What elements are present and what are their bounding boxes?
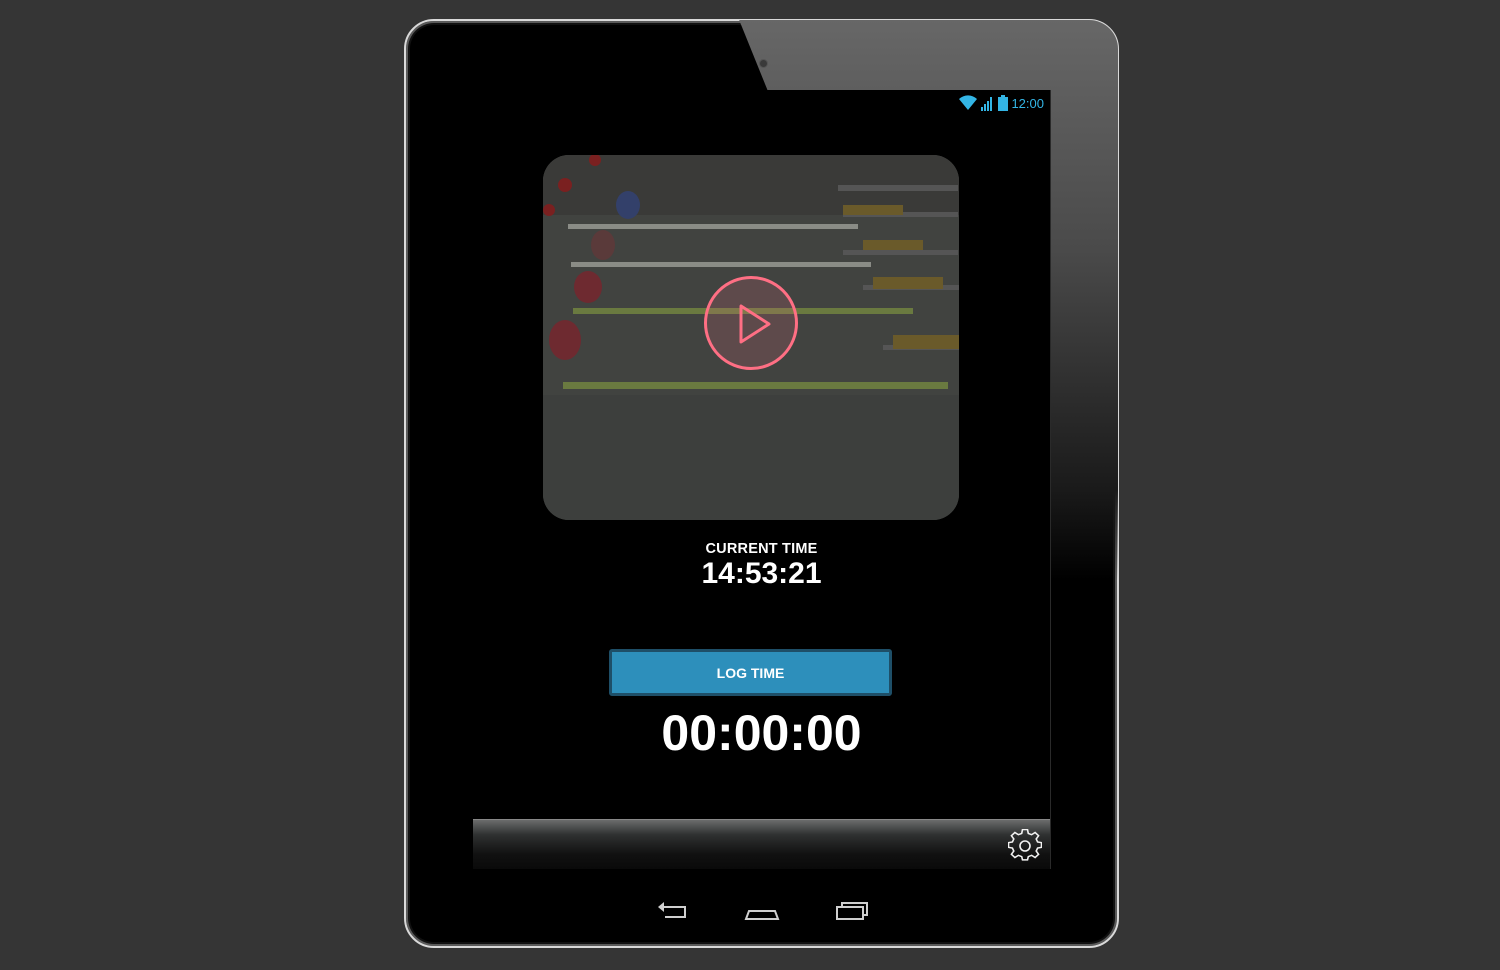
status-bar: 12:00	[958, 94, 1044, 112]
back-icon[interactable]	[655, 895, 691, 925]
elapsed-timer: 00:00:00	[661, 705, 862, 761]
log-time-button[interactable]: LOG TIME	[609, 649, 892, 696]
home-icon[interactable]	[744, 895, 780, 925]
current-time-label: CURRENT TIME	[705, 541, 818, 557]
camera-icon	[759, 59, 768, 68]
status-time: 12:00	[1011, 95, 1044, 111]
system-navigation-bar	[655, 895, 870, 930]
bottom-action-bar	[473, 819, 1050, 869]
app-screen: 12:00 CURRENT TIME 14:53:21 LOG TIME 00:…	[473, 90, 1051, 869]
current-time-value: 14:53:21	[701, 557, 822, 590]
wifi-icon	[958, 95, 978, 111]
gear-icon[interactable]	[1008, 829, 1042, 863]
play-button[interactable]	[704, 276, 798, 370]
play-icon	[739, 304, 771, 344]
recent-apps-icon[interactable]	[834, 895, 870, 925]
battery-icon	[998, 95, 1009, 111]
video-player[interactable]	[543, 155, 959, 520]
signal-icon	[981, 95, 995, 111]
